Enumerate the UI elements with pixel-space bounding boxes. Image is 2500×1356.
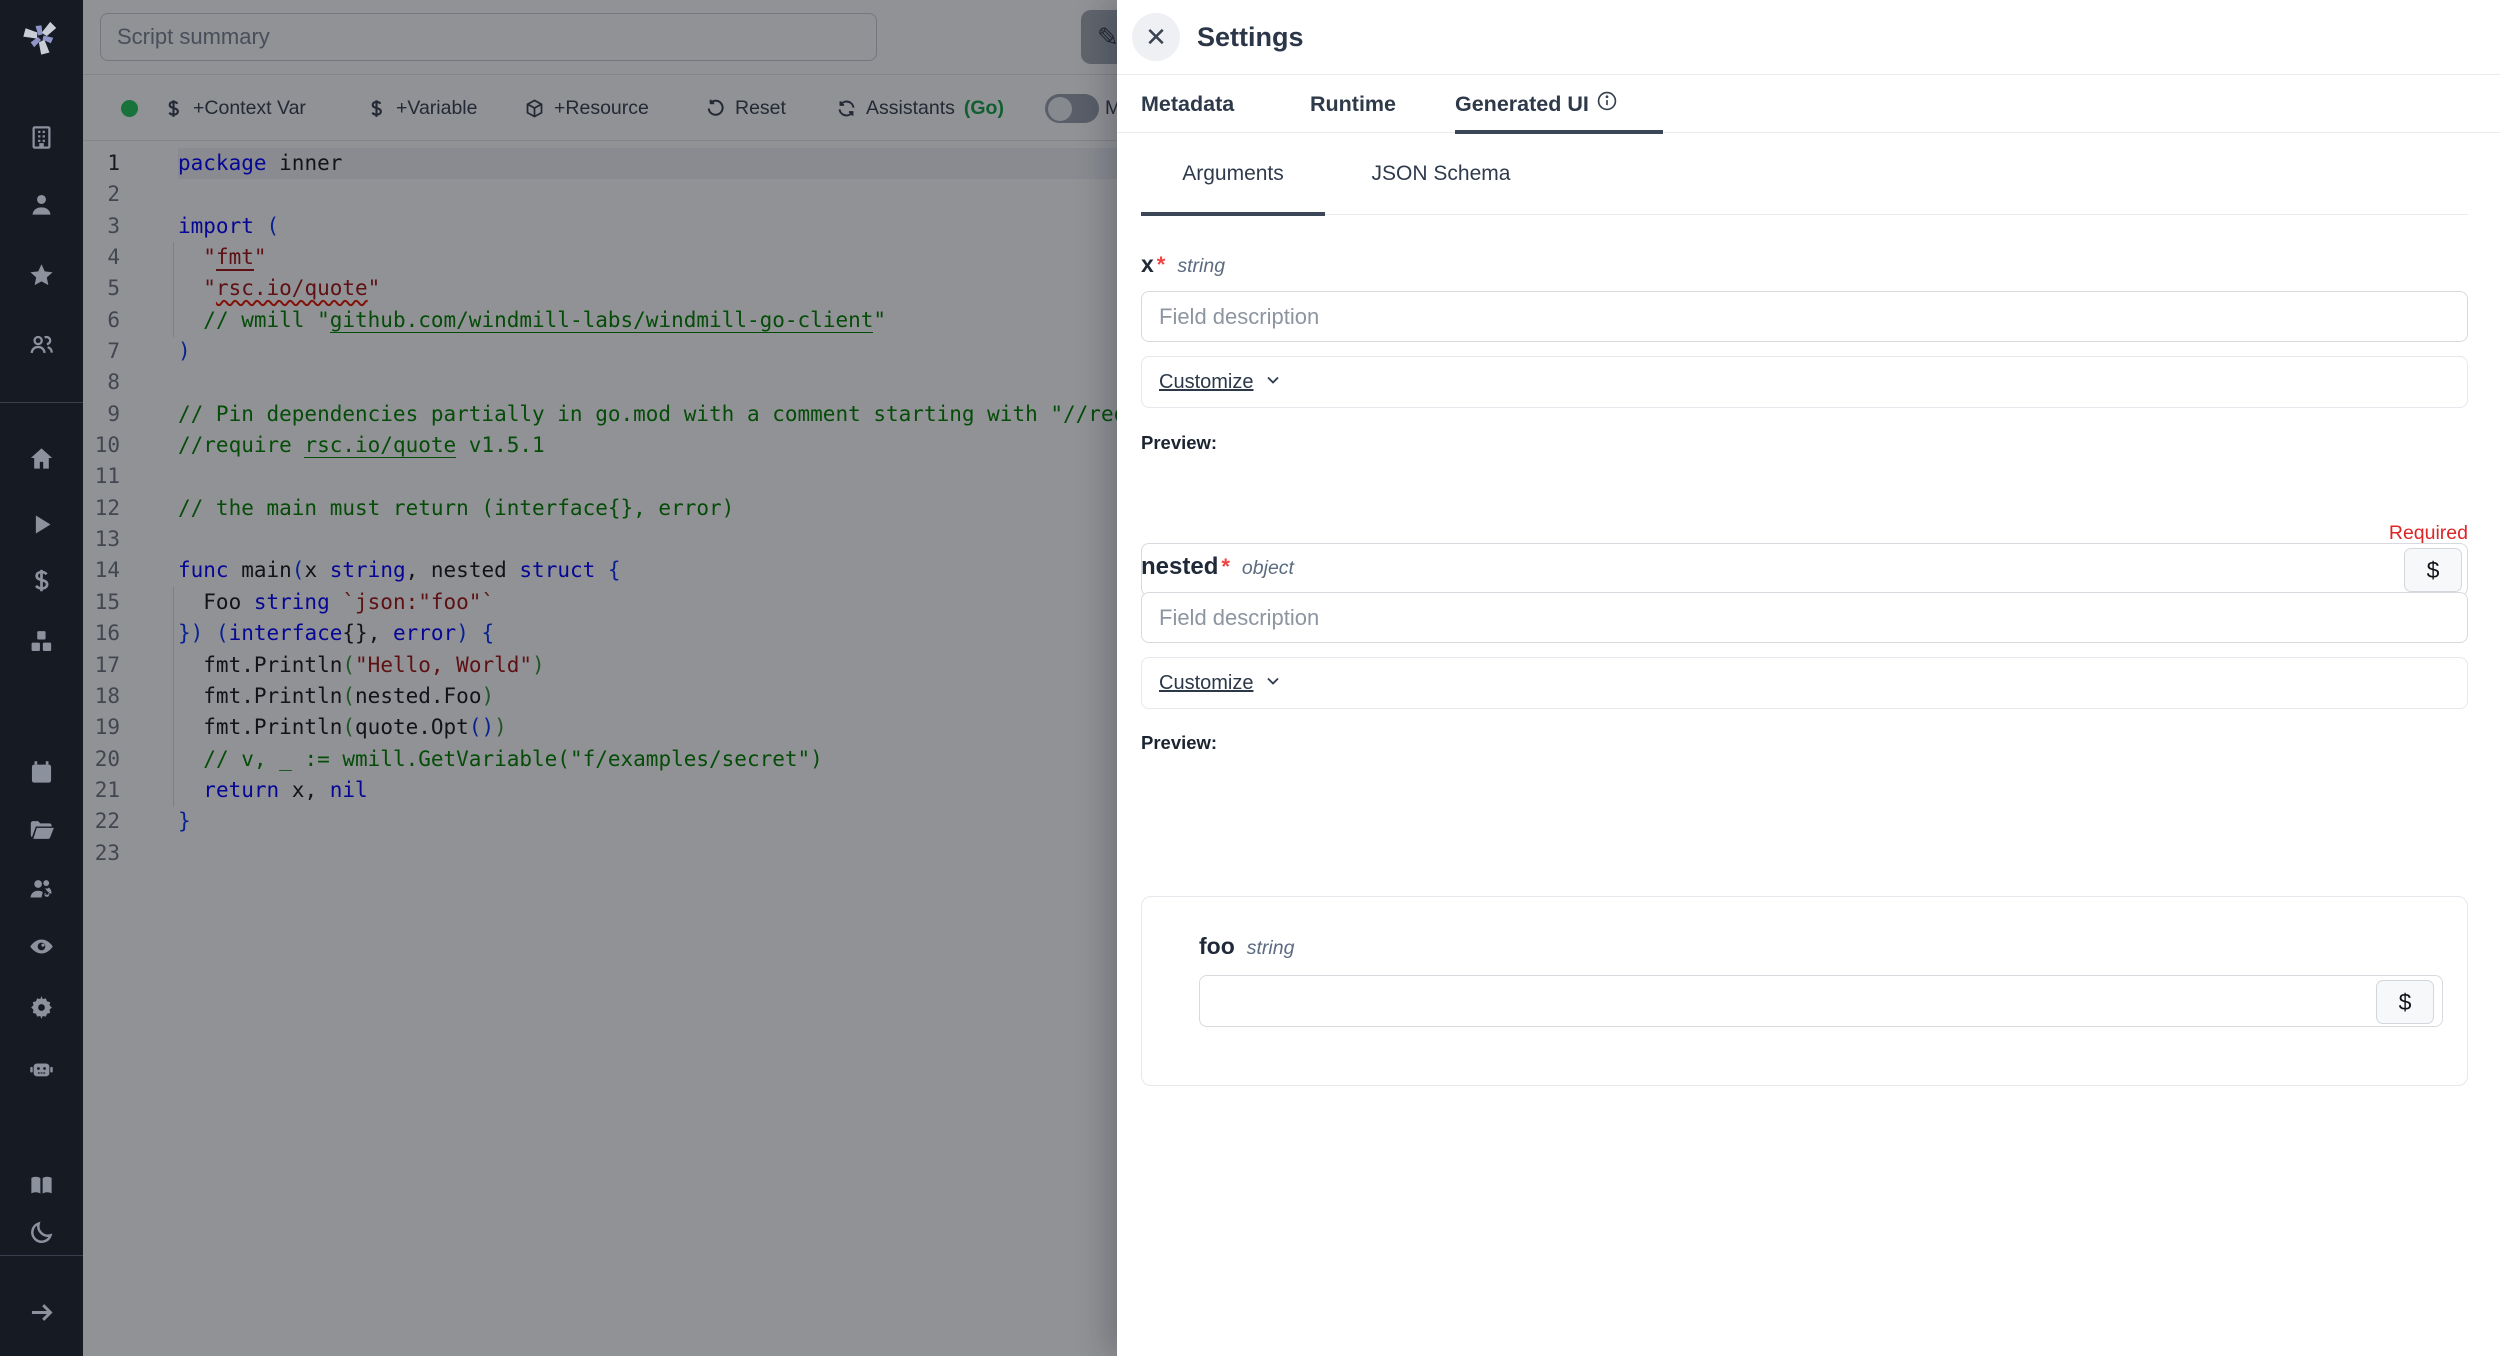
windmill-script-editor: ✎ +Context Var+Variable+ResourceResetAss… [0, 0, 2500, 1356]
chevron-down-icon [1263, 370, 1283, 395]
left-sidebar [0, 0, 83, 1356]
field-x-preview-input[interactable]: $ [1141, 543, 2468, 596]
moon-icon[interactable] [0, 1214, 83, 1250]
field-x-preview-label: Preview: [1141, 432, 1217, 454]
book-open-icon[interactable] [0, 1167, 83, 1203]
gear-icon[interactable] [0, 988, 83, 1024]
robot-icon[interactable] [0, 1050, 83, 1086]
field-x-description-input[interactable] [1141, 291, 2468, 342]
sidebar-divider [0, 1255, 83, 1256]
variable-picker-button[interactable]: $ [2404, 548, 2462, 592]
required-asterisk: * [1157, 252, 1166, 278]
field-x-customize[interactable]: Customize [1141, 356, 2468, 408]
drawer-title: Settings [1197, 0, 1304, 75]
subtab-json-schema[interactable]: JSON Schema [1341, 133, 1541, 215]
subtab-arguments[interactable]: Arguments [1141, 133, 1325, 215]
nested-preview-box: foo string $ [1141, 896, 2468, 1086]
calendar-icon[interactable] [0, 754, 83, 790]
eye-icon[interactable] [0, 928, 83, 964]
field-nested-customize[interactable]: Customize [1141, 657, 2468, 709]
star-icon[interactable] [0, 257, 83, 293]
nested-foo-label: foo string [1199, 933, 1294, 960]
required-asterisk: * [1221, 554, 1230, 580]
user-gear-icon[interactable] [0, 870, 83, 906]
play-icon[interactable] [0, 506, 83, 542]
home-icon[interactable] [0, 440, 83, 476]
person-icon[interactable] [0, 186, 83, 222]
tab-generated-ui[interactable]: Generated UI [1455, 75, 1663, 133]
arrow-right-icon[interactable] [0, 1294, 83, 1330]
nested-foo-input[interactable]: $ [1199, 975, 2443, 1027]
info-icon[interactable] [1596, 90, 1618, 118]
close-icon[interactable]: ✕ [1132, 13, 1180, 61]
windmill-logo[interactable] [18, 14, 64, 60]
drawer-header: ✕ Settings [1117, 0, 2500, 75]
variable-picker-button[interactable]: $ [2376, 980, 2434, 1024]
field-nested-description-input[interactable] [1141, 592, 2468, 643]
schema-subtabs: Arguments JSON Schema [1141, 133, 2468, 215]
field-x-type: string [1177, 255, 1225, 278]
building-icon[interactable] [0, 119, 83, 155]
sidebar-divider [0, 402, 83, 403]
cubes-icon[interactable] [0, 623, 83, 659]
tab-metadata[interactable]: Metadata [1141, 75, 1234, 133]
modal-overlay[interactable] [83, 0, 1117, 1356]
dollar-icon[interactable] [0, 562, 83, 598]
generated-ui-body: Arguments JSON Schema x* string Customiz… [1141, 133, 2468, 458]
folder-open-icon[interactable] [0, 811, 83, 847]
field-nested-preview-label: Preview: [1141, 732, 1217, 754]
settings-drawer: ✕ Settings Metadata Runtime Generated UI [1117, 0, 2500, 1356]
user-group-icon[interactable] [0, 326, 83, 362]
field-nested-label: nested* object [1141, 553, 1294, 581]
required-message: Required [2389, 522, 2468, 545]
tab-runtime[interactable]: Runtime [1310, 75, 1396, 133]
field-x-label: x* string [1141, 251, 1225, 278]
settings-tabs: Metadata Runtime Generated UI [1117, 75, 2500, 133]
field-nested-type: object [1242, 557, 1294, 580]
chevron-down-icon [1263, 671, 1283, 696]
